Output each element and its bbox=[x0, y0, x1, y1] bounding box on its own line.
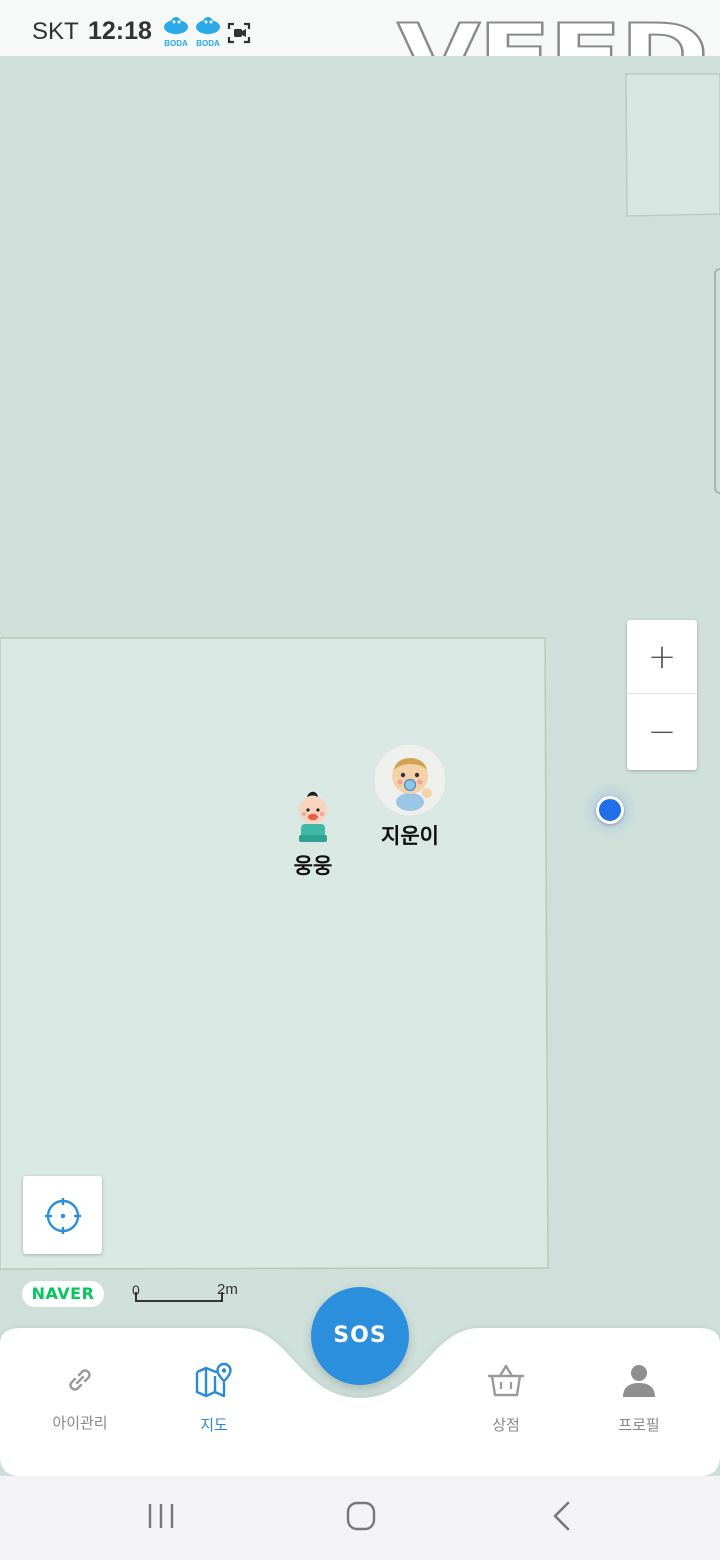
recents-icon[interactable] bbox=[146, 1500, 176, 1532]
nav-item-map[interactable]: 지도 bbox=[154, 1362, 274, 1435]
basket-icon bbox=[487, 1364, 525, 1397]
boda-icon-text: BODA bbox=[164, 39, 188, 48]
boda-app-icon: BODA bbox=[196, 17, 220, 48]
status-clock: 12:18 bbox=[88, 17, 152, 45]
sos-button[interactable]: SOS bbox=[311, 1287, 409, 1385]
zoom-in-button[interactable]: + bbox=[627, 620, 697, 694]
map-view[interactable]: + − 웅웅 지운이 NAVER 0 2m bbox=[0, 56, 720, 1330]
screen-recorder-icon bbox=[227, 22, 251, 44]
zoom-controls: + − bbox=[627, 620, 697, 770]
current-location-button[interactable] bbox=[23, 1176, 102, 1254]
map-tiles bbox=[0, 56, 720, 1330]
home-icon[interactable] bbox=[345, 1500, 377, 1532]
child-name-label: 웅웅 bbox=[293, 854, 333, 878]
crosshair-icon bbox=[45, 1198, 81, 1234]
nav-label: 상점 bbox=[492, 1416, 520, 1434]
boda-icon-text: BODA bbox=[196, 39, 220, 48]
map-pin-icon bbox=[195, 1362, 232, 1398]
map-edge-handle bbox=[714, 268, 720, 494]
system-navigation-bar bbox=[0, 1476, 720, 1560]
boda-app-icon: BODA bbox=[164, 17, 188, 48]
back-icon[interactable] bbox=[550, 1500, 574, 1532]
child-name-label: 지운이 bbox=[381, 824, 439, 848]
nav-item-child-management[interactable]: 아이관리 bbox=[20, 1362, 140, 1433]
person-icon bbox=[623, 1365, 655, 1397]
child-marker[interactable]: 지운이 bbox=[370, 743, 450, 850]
child-marker[interactable]: 웅웅 bbox=[283, 788, 343, 880]
nav-label: 프로필 bbox=[618, 1416, 660, 1434]
nav-item-profile[interactable]: 프로필 bbox=[579, 1362, 699, 1435]
my-location-marker bbox=[582, 782, 638, 838]
carrier-name: SKT bbox=[32, 18, 79, 45]
link-icon bbox=[69, 1369, 91, 1391]
zoom-out-button[interactable]: − bbox=[627, 695, 697, 769]
building-outline bbox=[0, 637, 549, 1270]
nav-item-shop[interactable]: 상점 bbox=[446, 1362, 566, 1435]
my-location-dot bbox=[596, 796, 624, 824]
nav-label: 지도 bbox=[200, 1416, 228, 1434]
baby-boy-icon bbox=[299, 791, 327, 842]
nav-label: 아이관리 bbox=[52, 1414, 108, 1432]
baby-photo-icon bbox=[373, 743, 447, 817]
status-bar: SKT 12:18 BODA BODA VEED bbox=[0, 0, 720, 107]
building-outline bbox=[625, 73, 720, 217]
